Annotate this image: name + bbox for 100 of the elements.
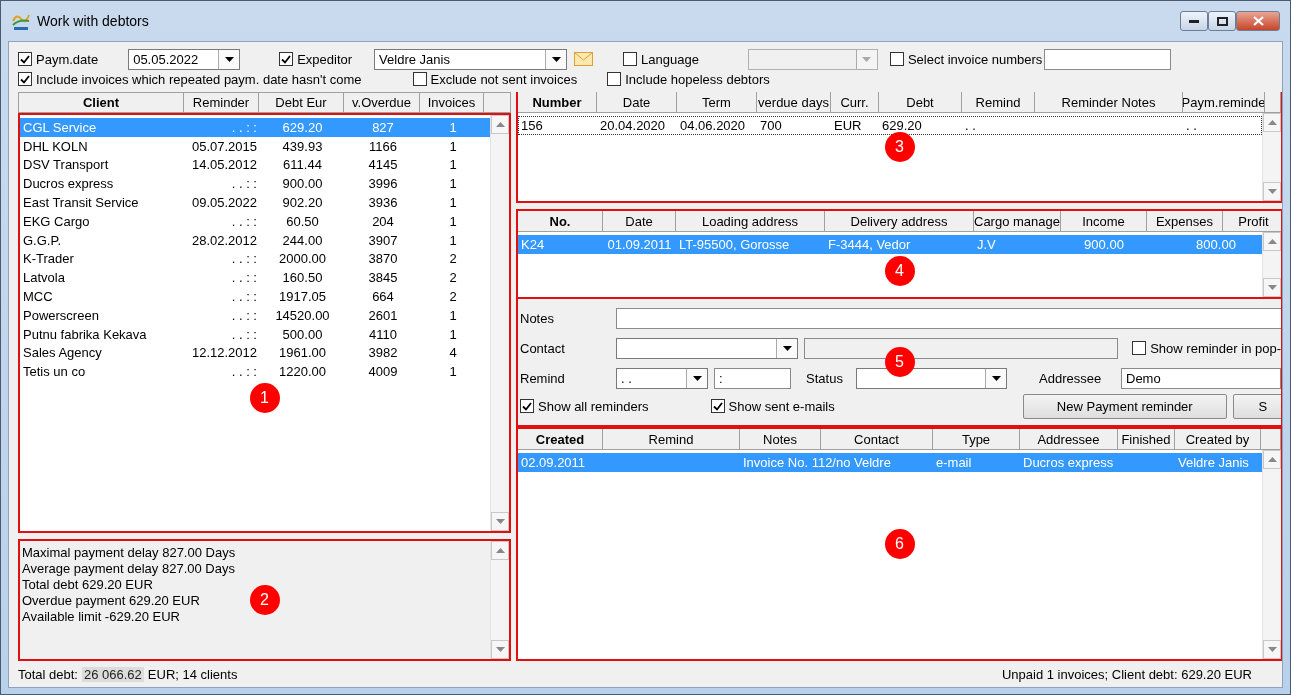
column-header[interactable]: Contact <box>821 429 933 450</box>
table-cell-text: 1 <box>448 157 458 173</box>
column-header[interactable]: Remind <box>603 429 740 450</box>
table-cell-text: 900.00 <box>1083 236 1125 252</box>
table-cell-text: . . : : <box>230 307 258 323</box>
annotation-marker: 2 <box>249 585 280 615</box>
table-cell-text: 156 <box>520 117 544 133</box>
table-row[interactable]: G.G.P. 28.02.2012 244.00 3907 1 <box>20 230 490 250</box>
column-header[interactable]: Notes <box>740 429 821 450</box>
table-row[interactable]: MCC . . : : 1917.05 664 2 <box>20 287 490 306</box>
table-cell-text: 1 <box>448 364 458 380</box>
column-header[interactable]: Created <box>518 429 603 450</box>
table-row[interactable]: Ducros express . . : : 900.00 3996 1 <box>20 174 490 194</box>
table-cell-text: 3996 <box>367 176 399 192</box>
table-cell-text: Ducros express <box>1022 454 1115 470</box>
table-cell-text: 14.05.2012 <box>190 157 258 173</box>
table-cell-text: . . <box>1185 117 1198 133</box>
table-row[interactable]: Powerscreen . . : : 14520.00 2601 1 <box>20 305 490 325</box>
table-cell-text: East Transit Service <box>22 195 140 211</box>
checkbox-label: Language <box>641 51 699 67</box>
column-header[interactable]: No. <box>518 211 603 232</box>
column-header[interactable]: Remind <box>962 92 1035 113</box>
column-header[interactable]: Type <box>933 429 1020 450</box>
table-cell-text: 4110 <box>368 326 398 342</box>
column-header[interactable]: Curr. <box>831 92 879 113</box>
client-count: EUR; 14 clients <box>147 666 238 682</box>
checkbox-label: Exclude not sent invoices <box>430 71 578 87</box>
table-cell-text: Veldre Janis <box>1177 454 1250 470</box>
action-button[interactable]: New Payment reminder <box>1022 393 1227 419</box>
column-header[interactable]: Loading address <box>676 211 825 232</box>
table-cell-text: 04.06.2020 <box>679 117 747 133</box>
table-cell-text: 3936 <box>367 195 399 211</box>
table-row[interactable]: Sales Agency 12.12.2012 1961.00 3982 4 <box>20 343 490 363</box>
table-cell-text: 1 <box>448 138 458 154</box>
column-header[interactable]: Number <box>518 92 597 113</box>
table-cell-text: 3870 <box>367 251 399 267</box>
column-header[interactable]: Expenses <box>1147 211 1223 232</box>
column-header[interactable]: Term <box>677 92 757 113</box>
column-header[interactable]: Created by <box>1175 429 1261 450</box>
column-header[interactable]: Finished <box>1118 429 1175 450</box>
column-header[interactable]: Cargo manage <box>974 211 1061 232</box>
table-cell-text: 05.07.2015 <box>190 138 258 154</box>
table-cell-text: 2 <box>448 270 458 286</box>
table-cell-text: 2000.00 <box>278 251 327 267</box>
table-cell-text: 2 <box>448 251 458 267</box>
column-header[interactable]: Reminder Notes <box>1035 92 1183 113</box>
column-header[interactable]: Income <box>1061 211 1147 232</box>
table-cell-text: 20.04.2020 <box>599 117 667 133</box>
table-cell-text: 3845 <box>367 270 399 286</box>
checkbox-label: Include hopeless debtors <box>625 71 770 87</box>
table-cell-text: CGL Service <box>22 119 98 135</box>
table-cell-text: 1220.00 <box>278 364 327 380</box>
date-dropdown[interactable]: 05.05.2022 <box>128 48 241 70</box>
table-cell-text: 2601 <box>367 307 399 323</box>
table-row[interactable]: Latvola . . : : 160.50 3845 2 <box>20 268 490 288</box>
table-cell-text: 500.00 <box>281 326 324 342</box>
table-row[interactable]: DSV Transport 14.05.2012 611.44 4145 1 <box>20 155 490 175</box>
remind-date-dropdown[interactable]: . . <box>616 367 709 389</box>
table-row[interactable]: EKG Cargo . . : : 60.50 204 1 <box>20 212 490 231</box>
table-row[interactable]: Putnu fabrika Kekava . . : : 500.00 4110 1 <box>20 324 490 344</box>
column-header[interactable]: Paym.reminde <box>1183 92 1265 113</box>
column-header[interactable]: Debt <box>879 92 962 113</box>
table-row[interactable]: Tetis un co . . : : 1220.00 4009 1 <box>20 362 490 382</box>
table-cell-text: 14520.00 <box>274 307 331 323</box>
addressee-field[interactable]: Demo <box>1121 367 1281 389</box>
table-cell-text: J.V <box>976 236 997 252</box>
table-cell-text: 611.44 <box>282 157 323 173</box>
table-cell-text: 700 <box>759 117 783 133</box>
table-cell-text: 1 <box>448 213 458 229</box>
summary-line: Total debt 629.20 EUR <box>22 577 153 593</box>
table-cell-text: 1 <box>448 195 458 211</box>
remind-time-field[interactable]: : <box>714 367 792 389</box>
table-cell-text: 3907 <box>367 232 399 248</box>
table-cell-text: 1 <box>448 326 458 342</box>
client-debt-info: Unpaid 1 invoices; Client debt: 629.20 EUR <box>1001 666 1252 682</box>
table-cell-text: 09.05.2022 <box>190 195 258 211</box>
annotation-marker: 1 <box>249 382 280 413</box>
table-cell-text: . . : : <box>230 326 258 342</box>
table-cell-text: 629.20 <box>881 117 923 133</box>
checkbox-label: Show reminder in pop- <box>1150 340 1281 356</box>
table-row[interactable]: DHL KOLN 05.07.2015 439.93 1166 1 <box>20 136 490 156</box>
table-cell-text: 800.00 <box>1195 236 1237 252</box>
table-cell-text: 4 <box>448 345 458 361</box>
action-button[interactable]: S <box>1232 393 1281 419</box>
checkbox-label: Paym.date <box>36 51 99 67</box>
column-header[interactable]: verdue days <box>757 92 831 113</box>
column-header[interactable]: Delivery address <box>825 211 974 232</box>
table-cell-text: MCC <box>22 289 54 305</box>
table-cell-text: 664 <box>371 289 395 305</box>
table-row[interactable]: East Transit Service 09.05.2022 902.20 3936 1 <box>20 193 490 212</box>
table-cell-text: 439.93 <box>281 138 324 154</box>
column-header[interactable]: Addressee <box>1020 429 1118 450</box>
table-row[interactable]: K-Trader . . : : 2000.00 3870 2 <box>20 249 490 269</box>
table-cell-text: DHL KOLN <box>22 138 89 154</box>
table-cell-text: . . : : <box>230 289 258 305</box>
column-header[interactable]: Date <box>597 92 677 113</box>
column-header[interactable]: Date <box>603 211 676 232</box>
expeditor-dropdown[interactable]: Veldre Janis <box>374 48 568 70</box>
table-cell-text: 4145 <box>367 157 399 173</box>
notes-label: Notes <box>520 310 555 326</box>
